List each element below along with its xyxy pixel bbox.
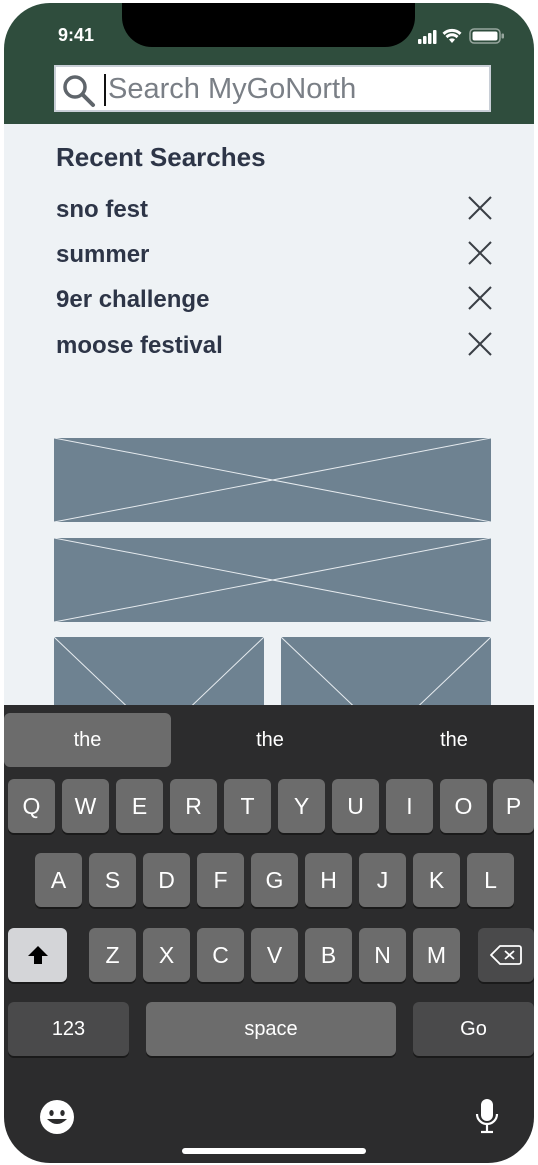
key-e[interactable]: E bbox=[116, 779, 163, 833]
suggestion-2[interactable]: the bbox=[186, 713, 354, 767]
home-indicator[interactable] bbox=[182, 1148, 366, 1154]
key-q[interactable]: Q bbox=[8, 779, 55, 833]
close-icon[interactable] bbox=[466, 194, 494, 222]
recent-search-item[interactable]: moose festival bbox=[56, 328, 494, 364]
text-cursor bbox=[104, 74, 106, 106]
recent-search-item[interactable]: sno fest bbox=[56, 192, 494, 228]
key-u[interactable]: U bbox=[332, 779, 379, 833]
key-v[interactable]: V bbox=[251, 928, 298, 982]
header: 9:41 bbox=[4, 3, 534, 124]
go-key[interactable]: Go bbox=[413, 1002, 534, 1056]
recent-searches-title: Recent Searches bbox=[56, 142, 266, 172]
key-d[interactable]: D bbox=[143, 853, 190, 907]
key-x[interactable]: X bbox=[143, 928, 190, 982]
key-j[interactable]: J bbox=[359, 853, 406, 907]
wifi-icon bbox=[442, 28, 462, 43]
key-g[interactable]: G bbox=[251, 853, 298, 907]
recent-search-label[interactable]: 9er challenge bbox=[56, 286, 209, 314]
battery-icon bbox=[469, 28, 504, 44]
key-s[interactable]: S bbox=[89, 853, 136, 907]
key-k[interactable]: K bbox=[413, 853, 460, 907]
key-n[interactable]: N bbox=[359, 928, 406, 982]
status-time: 9:41 bbox=[58, 25, 95, 45]
key-t[interactable]: T bbox=[224, 779, 271, 833]
key-l[interactable]: L bbox=[467, 853, 514, 907]
search-icon bbox=[63, 75, 95, 107]
key-b[interactable]: B bbox=[305, 928, 352, 982]
search-bar[interactable] bbox=[54, 65, 491, 112]
suggestion-3[interactable]: the bbox=[370, 713, 534, 767]
close-icon[interactable] bbox=[466, 284, 494, 312]
shift-arrow-icon bbox=[27, 946, 48, 964]
placeholder-cross bbox=[54, 438, 491, 522]
close-icon[interactable] bbox=[466, 330, 494, 358]
placeholder-cross bbox=[54, 538, 491, 622]
microphone-icon[interactable] bbox=[474, 1098, 500, 1136]
emoji-icon[interactable] bbox=[39, 1099, 75, 1135]
key-c[interactable]: C bbox=[197, 928, 244, 982]
key-o[interactable]: O bbox=[440, 779, 487, 833]
recent-search-label[interactable]: sno fest bbox=[56, 196, 148, 224]
status-icons bbox=[418, 28, 504, 44]
delete-key[interactable] bbox=[478, 928, 534, 982]
key-z[interactable]: Z bbox=[89, 928, 136, 982]
shift-key[interactable] bbox=[8, 928, 67, 982]
key-y[interactable]: Y bbox=[278, 779, 325, 833]
cellular-signal-icon bbox=[418, 30, 437, 44]
space-key[interactable]: space bbox=[146, 1002, 396, 1056]
keyboard: the the the Q W E R T Y U I O P A S D F … bbox=[4, 705, 534, 1163]
key-r[interactable]: R bbox=[170, 779, 217, 833]
key-p[interactable]: P bbox=[493, 779, 534, 833]
close-icon[interactable] bbox=[466, 239, 494, 267]
key-h[interactable]: H bbox=[305, 853, 352, 907]
numbers-key[interactable]: 123 bbox=[8, 1002, 129, 1056]
key-w[interactable]: W bbox=[62, 779, 109, 833]
key-m[interactable]: M bbox=[413, 928, 460, 982]
search-input[interactable] bbox=[108, 69, 483, 109]
key-i[interactable]: I bbox=[386, 779, 433, 833]
phone-screen: 9:41 Search MyGoNorth Recent Searches sn… bbox=[4, 3, 534, 1163]
recent-search-item[interactable]: summer bbox=[56, 237, 494, 273]
recent-search-item[interactable]: 9er challenge bbox=[56, 282, 494, 318]
backspace-icon bbox=[490, 945, 522, 965]
key-f[interactable]: F bbox=[197, 853, 244, 907]
recent-search-label[interactable]: moose festival bbox=[56, 332, 223, 360]
image-placeholder[interactable] bbox=[54, 538, 491, 622]
recent-search-label[interactable]: summer bbox=[56, 241, 149, 269]
key-a[interactable]: A bbox=[35, 853, 82, 907]
image-placeholder[interactable] bbox=[54, 438, 491, 522]
suggestion-1[interactable]: the bbox=[4, 713, 171, 767]
notch bbox=[122, 3, 415, 47]
